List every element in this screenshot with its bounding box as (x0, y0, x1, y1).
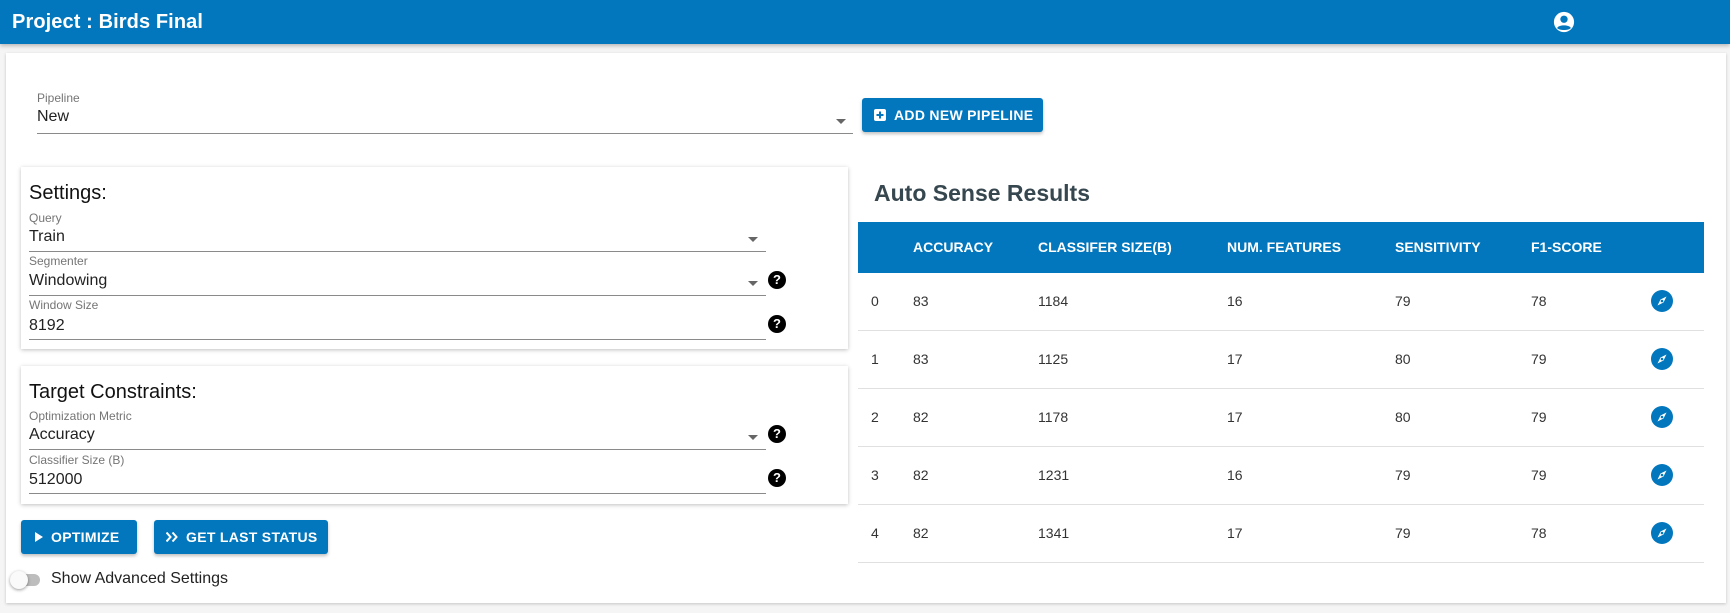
cell-accuracy: 82 (913, 467, 929, 483)
compass-icon[interactable] (1651, 522, 1673, 544)
cell-accuracy: 83 (913, 351, 929, 367)
cell-sensitivity: 79 (1395, 293, 1411, 309)
pipeline-select[interactable]: New (37, 108, 69, 126)
table-row[interactable]: 3 82 1231 16 79 79 (858, 447, 1704, 505)
target-constraints-title: Target Constraints: (29, 381, 197, 403)
optimize-label: OPTIMIZE (51, 529, 120, 545)
project-title: Project : Birds Final (12, 11, 204, 33)
cell-sensitivity: 80 (1395, 409, 1411, 425)
optimize-button[interactable]: OPTIMIZE (21, 520, 137, 554)
cell-num-features: 16 (1227, 293, 1243, 309)
window-size-label: Window Size (29, 298, 99, 312)
cell-classifier-size: 1231 (1038, 467, 1070, 483)
cell-f1-score: 79 (1531, 351, 1547, 367)
cell-sensitivity: 80 (1395, 351, 1411, 367)
cell-f1-score: 79 (1531, 409, 1547, 425)
compass-icon[interactable] (1651, 464, 1673, 486)
results-table: ACCURACY CLASSIFER SIZE(B) NUM. FEATURES… (858, 222, 1704, 563)
cell-num-features: 17 (1227, 409, 1243, 425)
column-header-classifier-size[interactable]: CLASSIFER SIZE(B) (1038, 239, 1172, 255)
results-title: Auto Sense Results (874, 180, 1090, 206)
settings-title: Settings: (29, 182, 107, 204)
compass-icon[interactable] (1651, 290, 1673, 312)
cell-classifier-size: 1125 (1038, 351, 1069, 367)
segmenter-help-icon[interactable]: ? (768, 271, 786, 289)
cell-index: 0 (871, 293, 879, 309)
advanced-settings-toggle-knob[interactable] (10, 571, 28, 589)
column-header-num-features[interactable]: NUM. FEATURES (1227, 239, 1341, 255)
table-row[interactable]: 0 83 1184 16 79 78 (858, 273, 1704, 331)
query-label: Query (29, 211, 62, 225)
cell-accuracy: 83 (913, 293, 929, 309)
segmenter-label: Segmenter (29, 254, 88, 268)
segmenter-underline (29, 295, 766, 296)
cell-sensitivity: 79 (1395, 525, 1411, 541)
classifier-size-label: Classifier Size (B) (29, 453, 125, 467)
plus-box-icon (874, 109, 886, 121)
chevron-down-icon (836, 119, 846, 124)
cell-classifier-size: 1341 (1038, 525, 1070, 541)
optimization-metric-underline (29, 449, 766, 450)
get-last-status-label: GET LAST STATUS (186, 529, 318, 545)
cell-num-features: 17 (1227, 351, 1243, 367)
query-select[interactable]: Train (29, 228, 65, 246)
optimization-metric-select[interactable]: Accuracy (29, 426, 95, 444)
column-header-f1-score[interactable]: F1-SCORE (1531, 239, 1602, 255)
classifier-size-input[interactable]: 512000 (29, 471, 82, 489)
compass-icon[interactable] (1651, 406, 1673, 428)
optimization-metric-help-icon[interactable]: ? (768, 425, 786, 443)
table-row[interactable]: 2 82 1178 17 80 79 (858, 389, 1704, 447)
optimization-metric-label: Optimization Metric (29, 409, 132, 423)
cell-f1-score: 78 (1531, 293, 1547, 309)
app-bar: Project : Birds Final (0, 0, 1730, 44)
cell-classifier-size: 1178 (1038, 409, 1069, 425)
account-circle-icon[interactable] (1553, 11, 1575, 33)
cell-f1-score: 79 (1531, 467, 1547, 483)
classifier-size-underline (29, 493, 766, 494)
chevron-down-icon (748, 281, 758, 286)
column-header-accuracy[interactable]: ACCURACY (913, 239, 993, 255)
cell-index: 3 (871, 467, 879, 483)
add-new-pipeline-button[interactable]: ADD NEW PIPELINE (862, 98, 1043, 132)
cell-sensitivity: 79 (1395, 467, 1411, 483)
results-table-header: ACCURACY CLASSIFER SIZE(B) NUM. FEATURES… (858, 222, 1704, 273)
chevron-down-icon (748, 435, 758, 440)
cell-index: 1 (871, 351, 879, 367)
cell-accuracy: 82 (913, 525, 929, 541)
play-icon (35, 532, 43, 542)
classifier-size-help-icon[interactable]: ? (768, 469, 786, 487)
advanced-settings-label: Show Advanced Settings (51, 570, 229, 587)
cell-index: 2 (871, 409, 879, 425)
cell-num-features: 16 (1227, 467, 1243, 483)
get-last-status-button[interactable]: GET LAST STATUS (154, 520, 328, 554)
window-size-help-icon[interactable]: ? (768, 315, 786, 333)
pipeline-label: Pipeline (37, 91, 80, 105)
segmenter-select[interactable]: Windowing (29, 272, 107, 290)
column-header-sensitivity[interactable]: SENSITIVITY (1395, 239, 1481, 255)
cell-num-features: 17 (1227, 525, 1243, 541)
compass-icon[interactable] (1651, 348, 1673, 370)
cell-classifier-size: 1184 (1038, 293, 1069, 309)
window-size-underline (29, 339, 766, 340)
double-chevron-right-icon (166, 532, 178, 542)
settings-card (21, 167, 848, 349)
cell-accuracy: 82 (913, 409, 929, 425)
table-row[interactable]: 4 82 1341 17 79 78 (858, 505, 1704, 563)
cell-f1-score: 78 (1531, 525, 1547, 541)
table-row[interactable]: 1 83 1125 17 80 79 (858, 331, 1704, 389)
query-underline (29, 251, 766, 252)
cell-index: 4 (871, 525, 879, 541)
add-new-pipeline-label: ADD NEW PIPELINE (894, 107, 1034, 123)
pipeline-underline (37, 133, 853, 134)
chevron-down-icon (748, 237, 758, 242)
window-size-input[interactable]: 8192 (29, 317, 65, 335)
